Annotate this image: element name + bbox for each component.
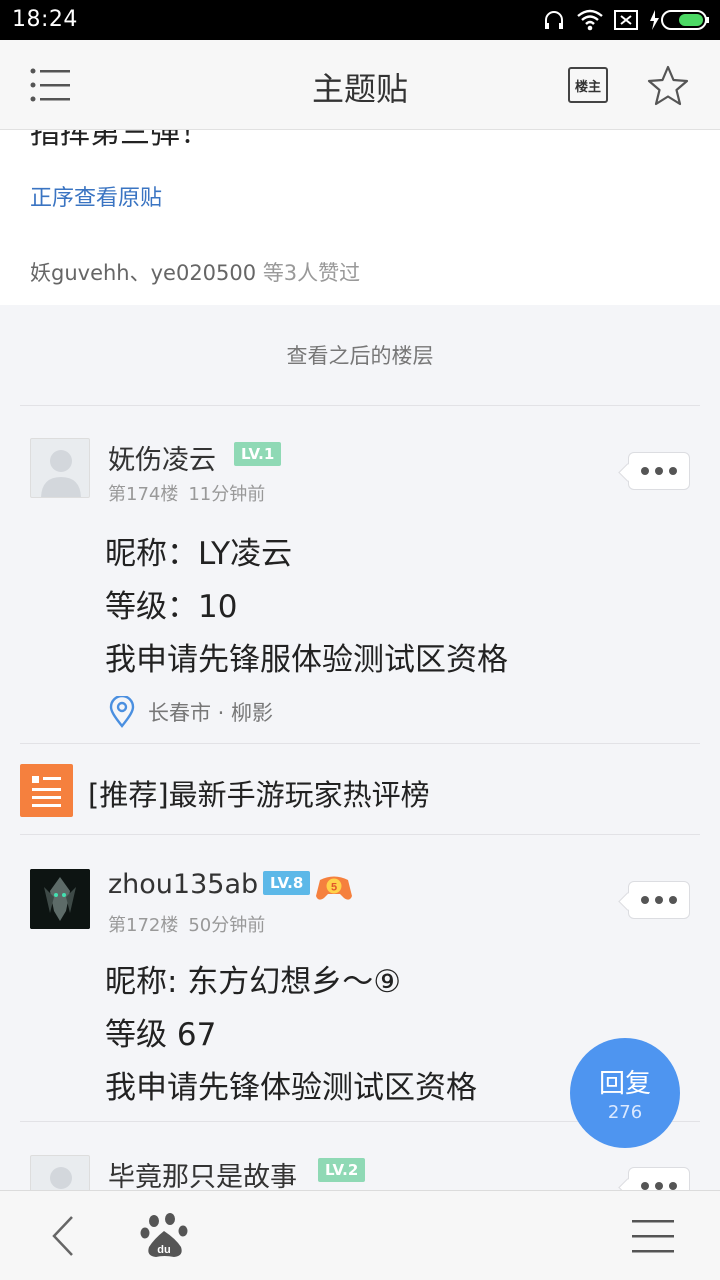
default-avatar-icon xyxy=(50,1167,72,1189)
post-time: 50分钟前 xyxy=(188,915,266,936)
character-avatar-icon xyxy=(30,869,90,929)
reply-label: 回复 xyxy=(598,1069,651,1099)
badge-number: 5 xyxy=(331,882,337,894)
original-post-footer: 指挥第三弹！ 正序查看原贴 妖guvehh、ye020500 等3人赞过 xyxy=(0,130,720,305)
post-line: 我申请先锋体验测试区资格 xyxy=(105,1070,477,1106)
bottom-toolbar: du xyxy=(0,1190,720,1280)
baidu-paw-icon[interactable]: du xyxy=(140,1211,190,1259)
divider xyxy=(20,405,700,406)
wifi-icon xyxy=(577,9,603,31)
view-later-floors-link[interactable]: 查看之后的楼层 xyxy=(0,340,720,370)
username[interactable]: 妩伤凌云 xyxy=(108,438,216,477)
post-more-button[interactable] xyxy=(628,881,690,919)
username[interactable]: zhou135ab xyxy=(108,869,258,900)
floor-number: 第172楼 xyxy=(108,915,179,936)
hamburger-menu-icon[interactable] xyxy=(630,1217,676,1255)
battery-icon xyxy=(650,10,709,30)
reply-post: 毕竟那只是故事 LV.2 xyxy=(0,1155,720,1190)
post-line: 我申请先锋服体验测试区资格 xyxy=(105,642,508,678)
reply-button[interactable]: 回复 276 xyxy=(570,1038,680,1148)
location-text: 长春市 · 柳影 xyxy=(148,701,274,725)
post-text-partial: 指挥第三弹！ xyxy=(30,130,210,151)
post-meta: 第172楼 50分钟前 xyxy=(108,911,275,937)
nav-bar: 主题贴 楼主 xyxy=(0,40,720,130)
article-icon xyxy=(20,764,73,817)
floor-number: 第174楼 xyxy=(108,484,179,505)
no-sim-icon xyxy=(614,10,638,30)
only-op-button[interactable]: 楼主 xyxy=(568,67,608,103)
divider xyxy=(20,834,700,835)
likes-count-text: 等3人赞过 xyxy=(262,261,361,285)
post-time: 11分钟前 xyxy=(188,484,266,505)
svg-text:du: du xyxy=(157,1244,170,1256)
recommend-banner[interactable]: [推荐]最新手游玩家热评榜 xyxy=(0,760,720,820)
post-meta: 第174楼 11分钟前 xyxy=(108,480,275,506)
back-arrow-icon[interactable] xyxy=(44,1213,84,1259)
avatar[interactable] xyxy=(30,438,90,498)
divider xyxy=(20,743,700,744)
headphones-icon xyxy=(545,11,563,29)
recommend-text: [推荐]最新手游玩家热评榜 xyxy=(88,778,430,812)
gamepad-badge-icon: 5 xyxy=(316,876,352,900)
reply-count: 276 xyxy=(607,1102,643,1123)
post-line: 昵称: 东方幻想乡～⑨ xyxy=(105,964,402,1000)
location[interactable]: 长春市 · 柳影 xyxy=(108,696,273,728)
star-icon[interactable] xyxy=(646,64,690,108)
avatar[interactable] xyxy=(30,869,90,929)
post-line: 等级：10 xyxy=(105,589,238,625)
post-more-button[interactable] xyxy=(628,1167,690,1190)
page-title: 主题贴 xyxy=(311,70,408,108)
default-avatar-icon xyxy=(41,450,81,497)
post-line: 等级 67 xyxy=(105,1017,217,1053)
level-badge: LV.8 xyxy=(263,871,311,895)
avatar[interactable] xyxy=(30,1155,90,1190)
likers-names: 妖guvehh、ye020500 xyxy=(30,261,257,285)
status-time: 18:24 xyxy=(12,7,78,32)
location-pin-icon xyxy=(109,696,135,728)
level-badge: LV.2 xyxy=(318,1158,366,1182)
post-more-button[interactable] xyxy=(628,452,690,490)
status-bar: 18:24 xyxy=(0,0,720,40)
level-badge: LV.1 xyxy=(234,442,282,466)
view-original-link[interactable]: 正序查看原贴 xyxy=(30,180,162,212)
post-line: 昵称：LY凌云 xyxy=(105,536,293,572)
likes-summary[interactable]: 妖guvehh、ye020500 等3人赞过 xyxy=(30,257,360,287)
username[interactable]: 毕竟那只是故事 xyxy=(108,1155,297,1190)
